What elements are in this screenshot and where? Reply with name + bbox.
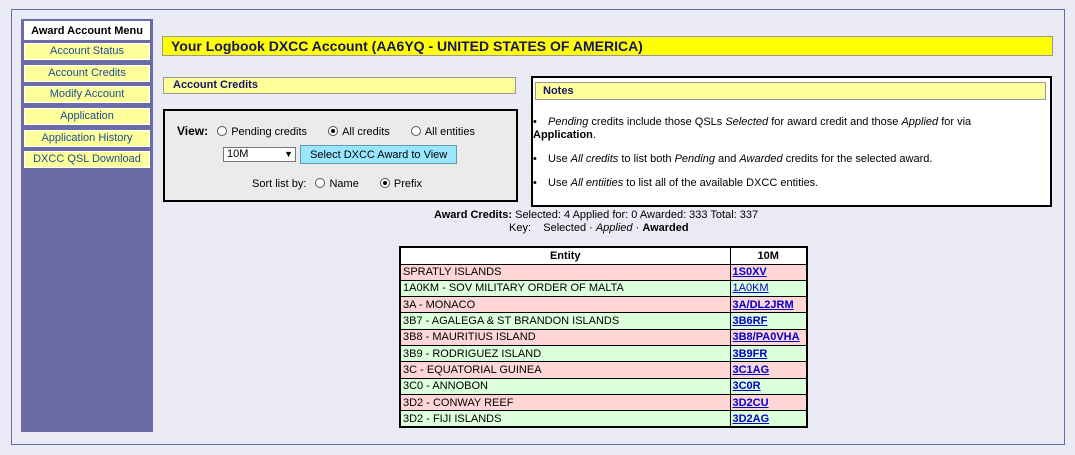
award-select[interactable]: 10M ▼ [223, 147, 296, 162]
entity-cell: 3C - EQUATORIAL GUINEA [399, 361, 731, 379]
sort-label: Sort list by: [252, 178, 307, 190]
note-all-credits: • Use All credits to list both Pending a… [533, 153, 933, 165]
callsign-cell: 3C0R [729, 377, 808, 395]
menu-item-application[interactable]: Application [24, 108, 150, 126]
entity-cell: SPRATLY ISLANDS [399, 263, 731, 281]
callsign-link[interactable]: 3B6RF [733, 315, 768, 327]
callsign-link[interactable]: 3A/DL2JRM [733, 299, 794, 311]
table-row: 3C0 - ANNOBON 3C0R [399, 377, 808, 395]
credits-key: Key: Selected · Applied · Awarded [509, 222, 689, 234]
notes-panel: Notes • Pending credits include those QS… [531, 76, 1052, 207]
account-credits-header: Account Credits [163, 77, 516, 94]
award-credits-summary: Award Credits: Selected: 4 Applied for: … [434, 209, 759, 221]
entity-cell: 3C0 - ANNOBON [399, 377, 731, 395]
select-award-button[interactable]: Select DXCC Award to View [300, 145, 458, 164]
view-label: View: [177, 124, 209, 138]
table-row: 3D2 - FIJI ISLANDS 3D2AG [399, 410, 808, 428]
callsign-cell: 3C1AG [729, 361, 808, 379]
menu-header: Award Account Menu [24, 21, 150, 40]
menu-item-application-history[interactable]: Application History [24, 129, 150, 147]
table-row: 3B7 - AGALEGA & ST BRANDON ISLANDS 3B6RF [399, 312, 808, 330]
note-pending: • Pending credits include those QSLs Sel… [533, 116, 972, 141]
callsign-cell: 1S0XV [729, 263, 808, 281]
entity-cell: 3A - MONACO [399, 296, 731, 314]
callsign-cell: 3A/DL2JRM [729, 296, 808, 314]
callsign-link[interactable]: 3D2CU [733, 397, 769, 409]
callsign-link[interactable]: 3B8/PA0VHA [733, 331, 800, 343]
callsign-link[interactable]: 1A0KM [733, 282, 769, 294]
table-row: 1A0KM - SOV MILITARY ORDER OF MALTA 1A0KM [399, 279, 808, 298]
radio-all-entities[interactable] [410, 126, 421, 136]
table-row: 3B8 - MAURITIUS ISLAND 3B8/PA0VHA [399, 328, 808, 346]
page-frame: Award Account Menu Account Status Accoun… [11, 9, 1065, 445]
credits-table: Entity 10M SPRATLY ISLANDS 1S0XV 1A0KM - S… [399, 246, 808, 428]
entity-cell: 3D2 - CONWAY REEF [399, 393, 731, 412]
radio-pending-label: Pending credits [231, 126, 308, 138]
callsign-link[interactable]: 3B9FR [733, 348, 768, 360]
radio-sort-name[interactable] [315, 178, 326, 188]
menu-item-account-credits[interactable]: Account Credits [24, 64, 150, 82]
callsign-link[interactable]: 3C1AG [733, 364, 770, 376]
callsign-cell: 3B6RF [729, 312, 808, 330]
radio-pending-credits[interactable] [217, 126, 228, 136]
callsign-link[interactable]: 3C0R [733, 380, 761, 392]
page-title: Your Logbook DXCC Account (AA6YQ - UNITE… [162, 36, 1053, 56]
notes-header: Notes [535, 82, 1046, 100]
menu-item-modify-account[interactable]: Modify Account [24, 86, 150, 104]
table-row: 3C - EQUATORIAL GUINEA 3C1AG [399, 361, 808, 379]
callsign-link[interactable]: 1S0XV [733, 266, 767, 278]
note-all-entities: • Use All entiities to list all of the a… [533, 177, 819, 189]
radio-all-credits-label: All credits [342, 126, 390, 138]
callsign-cell: 3B8/PA0VHA [729, 328, 808, 346]
menu-item-account-status[interactable]: Account Status [24, 43, 150, 60]
sort-prefix-label: Prefix [393, 178, 422, 190]
entity-cell: 3B7 - AGALEGA & ST BRANDON ISLANDS [399, 312, 731, 330]
col-header-entity: Entity [399, 246, 731, 265]
callsign-cell: 3D2AG [729, 410, 808, 428]
view-options-panel: View: Pending credits All credits All en… [163, 109, 518, 202]
entity-cell: 3D2 - FIJI ISLANDS [399, 410, 731, 428]
callsign-cell: 3D2CU [729, 393, 808, 412]
entity-cell: 1A0KM - SOV MILITARY ORDER OF MALTA [399, 279, 731, 298]
radio-all-entities-label: All entities [424, 126, 475, 138]
callsign-link[interactable]: 3D2AG [733, 413, 770, 425]
table-row: 3A - MONACO 3A/DL2JRM [399, 296, 808, 314]
table-row: 3D2 - CONWAY REEF 3D2CU [399, 393, 808, 412]
award-select-value: 10M [227, 148, 249, 160]
table-row: 3B9 - RODRIGUEZ ISLAND 3B9FR [399, 344, 808, 363]
callsign-cell: 3B9FR [729, 344, 808, 363]
radio-all-credits[interactable] [328, 126, 339, 136]
sort-name-label: Name [329, 178, 359, 190]
table-row: SPRATLY ISLANDS 1S0XV [399, 263, 808, 281]
callsign-cell: 1A0KM [729, 279, 808, 298]
sidebar-menu: Award Account Menu Account Status Accoun… [21, 19, 153, 432]
radio-sort-prefix[interactable] [379, 178, 390, 188]
entity-cell: 3B8 - MAURITIUS ISLAND [399, 328, 731, 346]
entity-cell: 3B9 - RODRIGUEZ ISLAND [399, 344, 731, 363]
col-header-10m: 10M [729, 246, 808, 265]
menu-item-dxcc-qsl-download[interactable]: DXCC QSL Download [24, 151, 150, 169]
chevron-down-icon: ▼ [284, 149, 293, 159]
